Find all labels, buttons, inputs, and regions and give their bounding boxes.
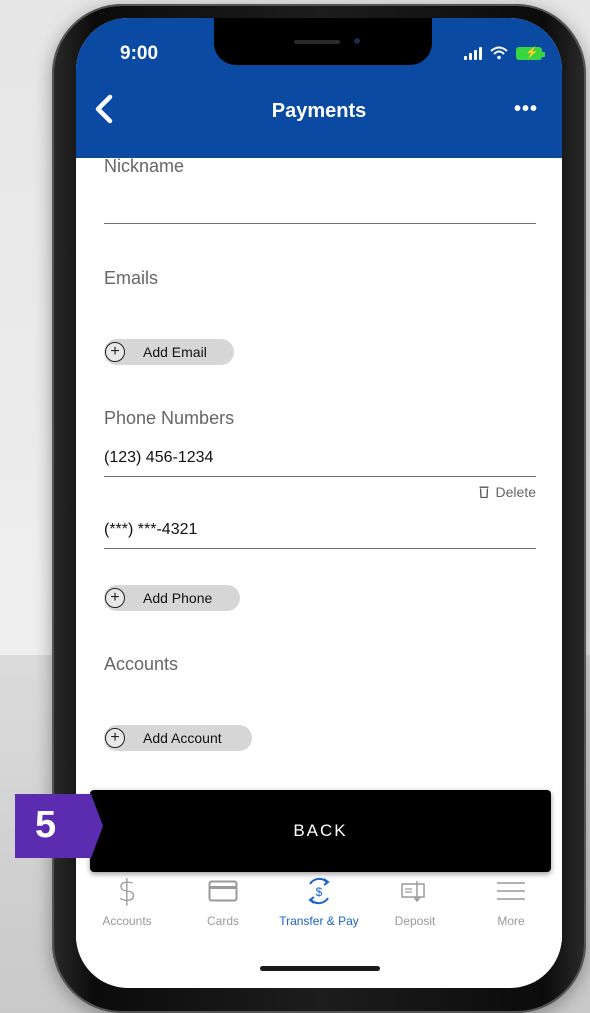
back-button-label: BACK [293,821,348,840]
tab-accounts[interactable]: $ Accounts [79,872,175,942]
step-number: 5 [35,804,57,846]
tab-transfer-pay[interactable]: $ Transfer & Pay [271,872,367,942]
svg-text:$: $ [316,885,323,899]
nickname-field[interactable] [104,223,536,224]
step-badge: 5 [15,794,117,858]
tab-label: Cards [206,914,239,928]
status-time: 9:00 [120,43,159,64]
notch [214,18,432,65]
more-options-icon[interactable]: ••• [514,98,538,121]
accounts-label: Accounts [104,654,179,674]
dollar-icon: $ [117,873,137,909]
wifi-icon [490,46,508,60]
phone-field-1-underline [104,476,536,477]
plus-circle-icon: + [105,588,125,608]
phone-number-value[interactable]: (123) 456-1234 [104,449,213,467]
tab-cards[interactable]: Cards [175,872,271,942]
battery-icon: ⚡ [516,46,545,60]
status-icons: ⚡ [464,46,545,60]
transfer-pay-icon: $ [303,872,335,910]
add-account-label: Add Account [143,730,222,746]
speaker-grille [294,40,340,44]
home-indicator [260,966,380,971]
app-header: 9:00 ⚡ Payments ••• [76,18,562,158]
tab-deposit[interactable]: Deposit [367,872,463,942]
trash-icon [479,486,489,498]
emails-label: Emails [104,268,159,288]
menu-icon [496,872,526,910]
page-title: Payments [271,100,367,122]
nickname-label: Nickname [104,156,185,176]
add-email-label: Add Email [143,344,207,360]
plus-circle-icon: + [105,728,125,748]
delete-label: Delete [495,484,536,500]
tab-label: Transfer & Pay [279,914,359,928]
phone-number-value[interactable]: (***) ***-4321 [104,521,197,539]
delete-phone-button[interactable]: Delete [479,484,536,500]
tab-more[interactable]: More [463,872,559,942]
add-email-button[interactable]: + Add Email [104,339,234,365]
plus-circle-icon: + [105,342,125,362]
tab-label: Accounts [102,914,152,928]
card-icon [208,872,238,910]
add-account-button[interactable]: + Add Account [104,725,252,751]
add-phone-button[interactable]: + Add Phone [104,585,240,611]
signal-icon [464,46,482,60]
add-phone-label: Add Phone [143,590,213,606]
tab-label: Deposit [394,914,436,928]
phone-field-2-underline [104,548,536,549]
front-camera [354,38,360,44]
phone-numbers-label: Phone Numbers [104,408,235,428]
tab-label: More [497,914,525,928]
back-button[interactable]: BACK [90,790,551,872]
bottom-tab-bar: $ Accounts Cards $ Transfer & Pay Deposi… [76,872,562,942]
check-deposit-icon [400,872,430,910]
